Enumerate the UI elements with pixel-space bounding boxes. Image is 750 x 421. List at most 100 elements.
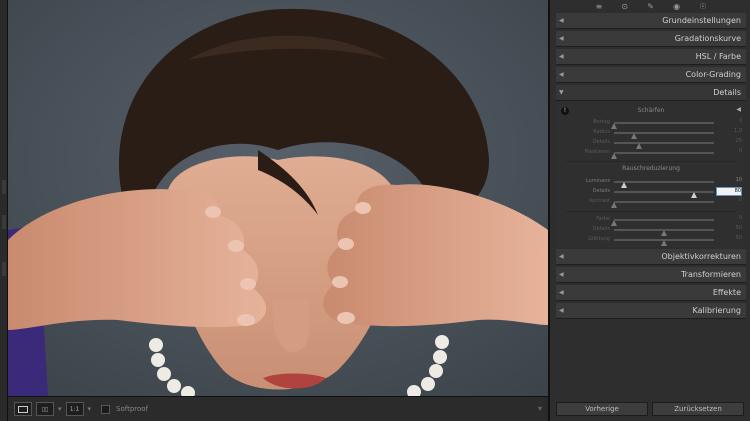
previous-button[interactable]: Vorherige (556, 402, 648, 416)
loupe-view-button[interactable] (14, 402, 32, 416)
compare-icon: ▯▯ (41, 405, 49, 413)
slider-row[interactable]: Kontrast 0 (556, 197, 746, 208)
slider-track[interactable] (611, 201, 714, 208)
section-label: Transformieren (680, 270, 741, 279)
noise-heading: Rauschreduzierung (622, 165, 680, 172)
section-gradationskurve[interactable]: ◀ Gradationskurve (556, 31, 746, 47)
collapse-triangle-icon: ◀ (559, 53, 564, 60)
slider-thumb[interactable] (611, 202, 617, 208)
slider-label: Betrag (593, 119, 610, 125)
sharpen-heading: Schärfen (637, 107, 665, 114)
section-label: Objektivkorrekturen (661, 252, 741, 261)
zoom-button[interactable]: 1:1 (65, 402, 84, 416)
slider-thumb[interactable] (661, 240, 667, 246)
toolbar-menu-icon[interactable]: ▾ (538, 404, 542, 413)
loupe-icon (18, 405, 28, 413)
expand-triangle-icon: ▼ (559, 89, 564, 96)
redeye-icon[interactable]: ◉ (673, 2, 680, 11)
slider-track[interactable] (614, 229, 714, 236)
slider-track[interactable] (614, 142, 714, 149)
section-color-grading[interactable]: ◀ Color-Grading (556, 67, 746, 83)
section-label: Details (713, 88, 741, 97)
slider-track[interactable] (611, 122, 714, 129)
tool-strip: ≡ ⊙ ✎ ◉ ☉ (556, 0, 746, 12)
section-objektivkorrekturen[interactable]: ◀ Objektivkorrekturen (556, 249, 746, 265)
section-label: Kalibrierung (692, 306, 741, 315)
slider-track[interactable] (611, 219, 714, 226)
healing-icon[interactable]: ✎ (647, 2, 654, 11)
mask-icon[interactable]: ☉ (699, 2, 706, 11)
slider-label: Farbe (596, 216, 610, 222)
panel-toggle-bottom[interactable] (2, 262, 6, 276)
zoom-dropdown-icon[interactable]: ▾ (88, 405, 92, 413)
develop-panel: ≡ ⊙ ✎ ◉ ☉ ◀ Grundeinstellungen ◀ Gradati… (548, 0, 750, 421)
slider-track[interactable] (614, 191, 714, 198)
section-label: HSL / Farbe (695, 52, 741, 61)
collapse-triangle-icon: ◀ (559, 71, 564, 78)
collapse-triangle-icon: ◀ (559, 307, 564, 314)
slider-track[interactable] (614, 132, 714, 139)
collapse-triangle-icon: ◀ (559, 17, 564, 24)
section-kalibrierung[interactable]: ◀ Kalibrierung (556, 303, 746, 319)
collapse-triangle-icon: ◀ (559, 35, 564, 42)
slider-value[interactable]: 0 (716, 118, 742, 127)
section-label: Color-Grading (685, 70, 741, 79)
divider (566, 161, 736, 162)
slider-value[interactable]: 0 (716, 148, 742, 157)
edit-icon[interactable]: ≡ (596, 2, 603, 11)
slider-label: Glättung (588, 236, 610, 242)
slider-row[interactable]: Luminanz 10 (556, 177, 746, 188)
portrait-image (8, 0, 548, 396)
collapse-triangle-icon: ◀ (559, 271, 564, 278)
collapse-triangle-icon: ◀ (559, 289, 564, 296)
slider-value[interactable]: 50 (716, 225, 742, 234)
slider-label: Luminanz (585, 178, 610, 184)
zoom-label: 1:1 (69, 405, 80, 413)
collapse-triangle-icon: ◀ (559, 253, 564, 260)
slider-thumb[interactable] (611, 153, 617, 159)
reset-button[interactable]: Zurücksetzen (652, 402, 744, 416)
slider-track[interactable] (614, 239, 714, 246)
compare-dropdown-icon[interactable]: ▾ (58, 405, 62, 413)
slider-row[interactable]: Farbe 0 (556, 215, 746, 226)
section-details[interactable]: ▼ Details (556, 85, 746, 101)
slider-value[interactable]: 1,0 (716, 128, 742, 137)
slider-row[interactable]: Details 80 (556, 187, 746, 198)
softproof-label: Softproof (116, 405, 149, 413)
slider-value[interactable]: 50 (716, 235, 742, 244)
slider-value[interactable]: 0 (716, 197, 742, 206)
slider-row[interactable]: Betrag 0 (556, 118, 746, 129)
section-grundeinstellungen[interactable]: ◀ Grundeinstellungen (556, 13, 746, 29)
slider-value-input[interactable]: 80 (716, 187, 742, 196)
slider-track[interactable] (614, 181, 714, 188)
slider-track[interactable] (611, 152, 714, 159)
left-panel-strip[interactable] (0, 0, 8, 421)
section-effekte[interactable]: ◀ Effekte (556, 285, 746, 301)
slider-value[interactable]: 10 (716, 177, 742, 186)
slider-label: Details (592, 188, 610, 194)
photo-preview[interactable] (8, 0, 548, 396)
details-panel-body: ! ◀ Schärfen Betrag 0 Radius 1,0 Details… (556, 101, 746, 247)
slider-row[interactable]: Glättung 50 (556, 235, 746, 246)
softproof-checkbox[interactable] (101, 404, 111, 414)
slider-label: Maskieren (584, 149, 610, 155)
section-transformieren[interactable]: ◀ Transformieren (556, 267, 746, 283)
slider-row[interactable]: Radius 1,0 (556, 128, 746, 139)
slider-row[interactable]: Details 25 (556, 138, 746, 149)
crop-icon[interactable]: ⊙ (621, 2, 628, 11)
slider-label: Radius (593, 129, 610, 135)
section-hsl[interactable]: ◀ HSL / Farbe (556, 49, 746, 65)
section-label: Gradationskurve (674, 34, 741, 43)
divider (566, 211, 736, 212)
slider-row[interactable]: Maskieren 0 (556, 148, 746, 159)
slider-row[interactable]: Details 50 (556, 225, 746, 236)
section-label: Grundeinstellungen (662, 16, 741, 25)
section-label: Effekte (712, 288, 741, 297)
slider-value[interactable]: 25 (716, 138, 742, 147)
bottom-toolbar: ▯▯ ▾ 1:1 ▾ Softproof ▾ (8, 396, 548, 421)
slider-value[interactable]: 0 (716, 215, 742, 224)
compare-view-button[interactable]: ▯▯ (36, 402, 54, 416)
panel-toggle-middle[interactable] (2, 215, 6, 229)
panel-toggle-top[interactable] (2, 180, 6, 194)
lightroom-window: ▯▯ ▾ 1:1 ▾ Softproof ▾ ≡ ⊙ ✎ ◉ ☉ ◀ Grund… (0, 0, 750, 421)
